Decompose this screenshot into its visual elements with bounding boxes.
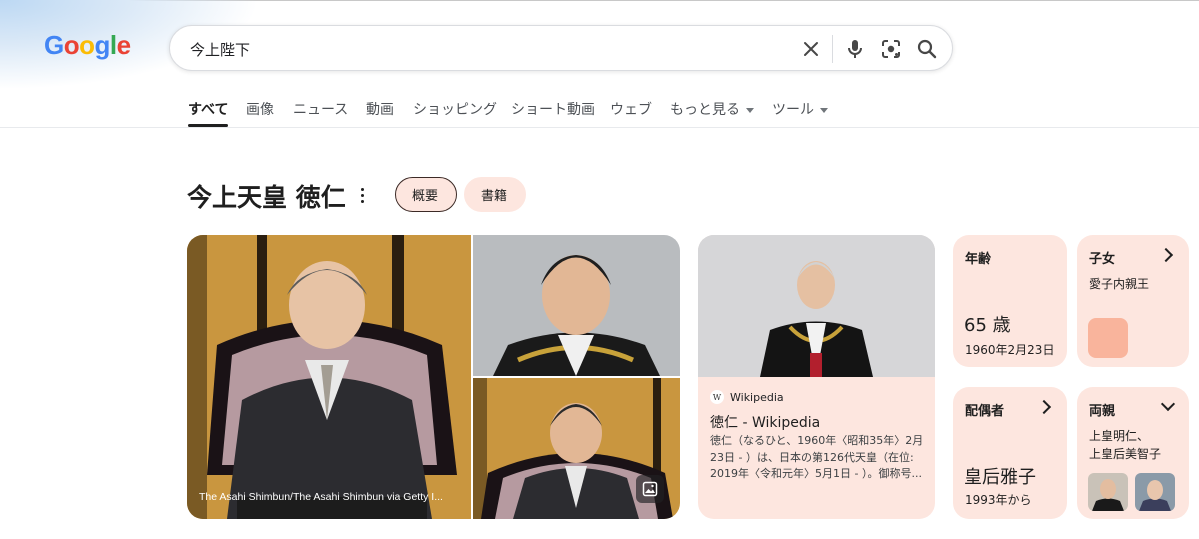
child-thumbnail[interactable]: [1088, 318, 1128, 358]
google-logo[interactable]: Google: [44, 30, 131, 61]
parent-father[interactable]: 上皇明仁、: [1089, 427, 1149, 444]
father-thumbnail[interactable]: [1088, 473, 1128, 511]
chevron-down-icon[interactable]: [1160, 396, 1176, 412]
spouse-label: 配偶者: [965, 404, 1005, 419]
birth-date: 1960年2月23日: [965, 343, 1055, 357]
age-label: 年齢: [965, 252, 992, 267]
spouse-card[interactable]: 配偶者 皇后雅子 1993年から: [953, 387, 1067, 519]
tabs-divider: [0, 127, 1199, 128]
photo-main[interactable]: The Asahi Shimbun/The Asahi Shimbun via …: [187, 235, 471, 519]
chip-overview[interactable]: 概要: [395, 177, 457, 212]
entity-title: 今上天皇 徳仁: [187, 183, 346, 212]
tab-all[interactable]: すべて: [188, 99, 229, 127]
search-input[interactable]: [188, 36, 792, 62]
photo-credit: The Asahi Shimbun/The Asahi Shimbun via …: [199, 491, 443, 503]
photo-collage: The Asahi Shimbun/The Asahi Shimbun via …: [187, 235, 680, 519]
wikipedia-source: W Wikipedia: [710, 390, 784, 404]
wikipedia-source-label: Wikipedia: [730, 390, 784, 404]
search-icon[interactable]: [915, 37, 939, 61]
microphone-icon[interactable]: [843, 37, 867, 61]
chevron-right-icon[interactable]: [1158, 247, 1174, 263]
tab-videos[interactable]: 動画: [366, 99, 394, 119]
chip-books[interactable]: 書籍: [464, 177, 526, 212]
tab-more-label: もっと見る: [670, 102, 740, 118]
spouse-since: 1993年から: [965, 493, 1032, 507]
parents-card[interactable]: 両親 上皇明仁、 上皇后美智子: [1077, 387, 1189, 519]
tab-news[interactable]: ニュース: [293, 99, 348, 119]
wikipedia-snippet: 徳仁（なるひと、1960年〈昭和35年〉2月23日 - ）は、日本の第126代天…: [710, 434, 924, 480]
search-separator: [832, 35, 833, 63]
tab-images[interactable]: 画像: [246, 99, 274, 119]
caret-down-icon: [746, 107, 754, 113]
caret-down-icon: [820, 107, 828, 113]
children-card[interactable]: 子女 愛子内親王: [1077, 235, 1189, 367]
photo-portrait[interactable]: [473, 235, 680, 376]
tab-tools-label: ツール: [772, 102, 814, 118]
photo-ceremony[interactable]: [473, 378, 680, 519]
children-label: 子女: [1089, 252, 1116, 267]
age-value: 65 歳: [964, 315, 1011, 336]
clear-icon[interactable]: [799, 37, 823, 61]
parent-mother[interactable]: 上皇后美智子: [1089, 445, 1161, 462]
wikipedia-image: [698, 235, 935, 377]
parents-label: 両親: [1089, 404, 1116, 419]
more-options-icon[interactable]: [356, 185, 368, 205]
lens-camera-icon[interactable]: [879, 37, 903, 61]
wikipedia-logo-icon: W: [710, 390, 724, 404]
chevron-right-icon[interactable]: [1036, 399, 1052, 415]
wikipedia-card[interactable]: W Wikipedia 徳仁 - Wikipedia 徳仁（なるひと、1960年…: [698, 235, 935, 519]
wikipedia-title[interactable]: 徳仁 - Wikipedia: [710, 412, 820, 432]
spouse-value[interactable]: 皇后雅子: [964, 463, 1036, 489]
tab-tools[interactable]: ツール: [772, 99, 828, 119]
tab-more[interactable]: もっと見る: [670, 99, 754, 119]
age-card: 年齢 65 歳 1960年2月23日: [953, 235, 1067, 367]
tab-shopping[interactable]: ショッピング: [413, 99, 497, 119]
tab-web[interactable]: ウェブ: [610, 99, 652, 119]
tab-short-videos[interactable]: ショート動画: [511, 99, 595, 119]
mother-thumbnail[interactable]: [1135, 473, 1175, 511]
children-value[interactable]: 愛子内親王: [1089, 275, 1149, 292]
search-bar: [169, 25, 953, 71]
image-gallery-icon[interactable]: [636, 475, 664, 503]
